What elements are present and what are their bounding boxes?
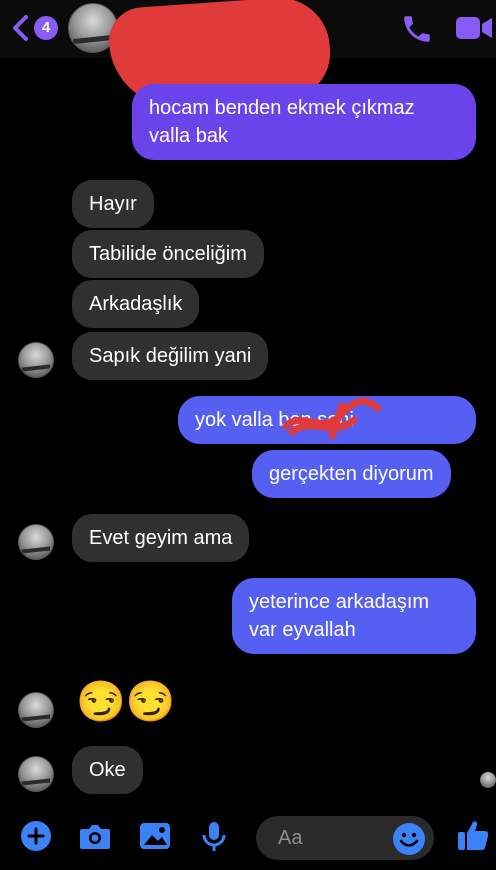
conversation-header: 4 Bu bbox=[0, 0, 496, 112]
back-button[interactable]: 4 bbox=[8, 10, 66, 44]
video-camera-icon bbox=[456, 17, 492, 39]
message-bubble-incoming[interactable]: Tabilide önceliğim bbox=[72, 230, 264, 278]
sender-avatar[interactable] bbox=[18, 756, 54, 792]
phone-icon bbox=[404, 16, 430, 42]
message-bubble-incoming[interactable]: Evet geyim ama bbox=[72, 514, 250, 562]
image-icon[interactable] bbox=[138, 820, 172, 852]
sender-avatar[interactable] bbox=[18, 342, 54, 378]
seen-indicator-avatar bbox=[480, 772, 496, 788]
message-input-placeholder: Aa bbox=[278, 827, 303, 849]
smile-icon[interactable] bbox=[392, 822, 426, 856]
message-bubble-outgoing[interactable]: gerçekten diyorum bbox=[252, 450, 451, 498]
thumbs-up-icon[interactable] bbox=[456, 818, 490, 852]
voice-call-button[interactable] bbox=[400, 12, 434, 51]
chevron-left-icon bbox=[13, 15, 28, 41]
message-bubble-outgoing[interactable]: yeterince arkadaşım var eyvallah bbox=[232, 578, 476, 654]
sender-avatar[interactable] bbox=[18, 524, 54, 560]
microphone-icon[interactable] bbox=[200, 820, 228, 854]
camera-icon[interactable] bbox=[78, 820, 112, 852]
message-bubble-outgoing[interactable]: hocam benden ekmek çıkmaz valla bak bbox=[132, 84, 476, 160]
message-bubble-incoming[interactable]: Arkadaşlık bbox=[72, 280, 200, 328]
message-bubble-incoming[interactable]: Sapık değilim yani bbox=[72, 332, 269, 380]
message-bubble-incoming[interactable]: Oke bbox=[72, 746, 143, 794]
emoji-message[interactable]: 😏😏 bbox=[76, 678, 176, 726]
unread-count-badge: 4 bbox=[34, 16, 58, 40]
redaction-scribble bbox=[282, 397, 382, 440]
sender-avatar[interactable] bbox=[18, 692, 54, 728]
video-call-button[interactable] bbox=[454, 14, 494, 47]
message-bubble-incoming[interactable]: Hayır bbox=[72, 180, 154, 228]
plus-circle-icon[interactable] bbox=[20, 820, 52, 852]
